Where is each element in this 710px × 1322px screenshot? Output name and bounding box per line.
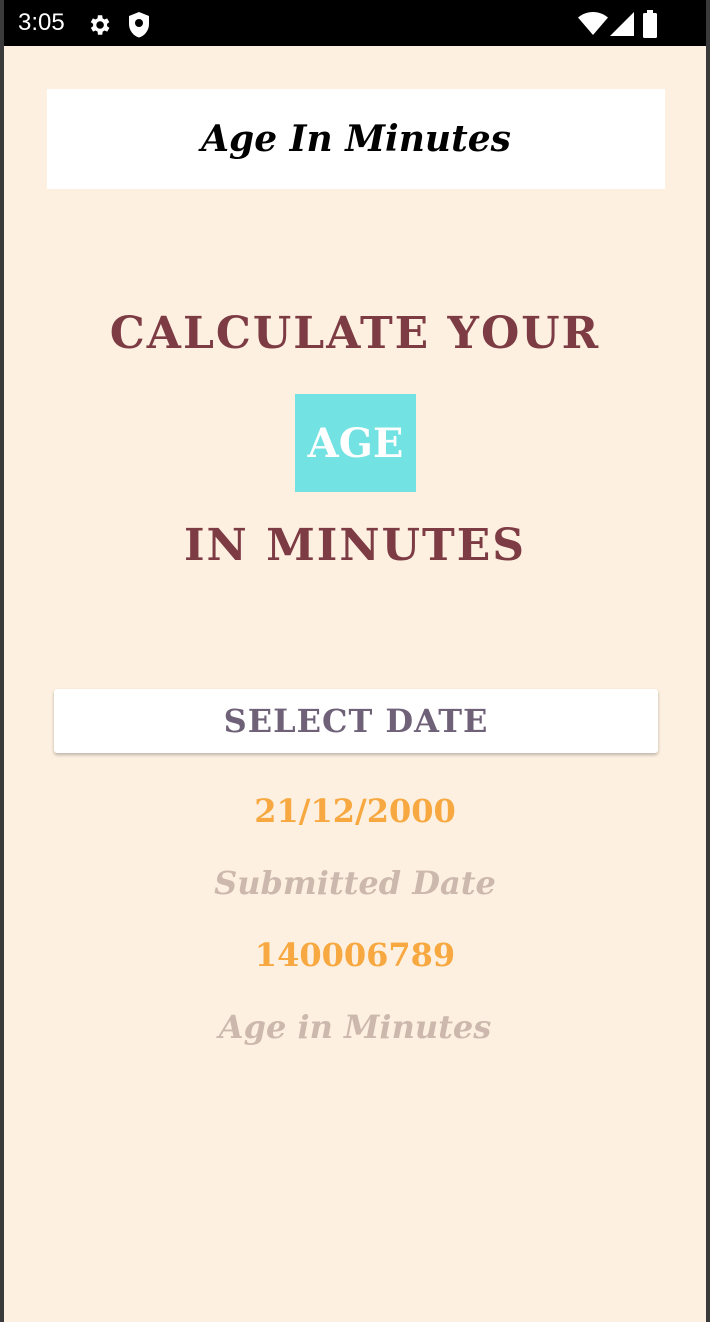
- selected-date-caption: Submitted Date: [214, 864, 496, 902]
- wifi-icon: [578, 12, 608, 35]
- headline-line-3: IN MINUTES: [183, 520, 527, 571]
- status-time: 3:05: [18, 9, 65, 36]
- select-date-button[interactable]: SELECT DATE: [54, 689, 658, 753]
- device-frame-left: [0, 0, 4, 1322]
- age-highlight-box: AGE: [295, 394, 416, 492]
- status-bar: 3:05: [0, 0, 710, 46]
- selected-date-value: 21/12/2000: [254, 792, 456, 830]
- app-bar: Age In Minutes: [47, 89, 665, 189]
- age-highlight-text: AGE: [307, 419, 404, 467]
- app-title: Age In Minutes: [201, 118, 511, 160]
- headline-line-1: CALCULATE YOUR: [109, 308, 601, 359]
- shield-icon: [129, 12, 149, 38]
- device-frame-right: [706, 0, 710, 1322]
- gear-icon: [90, 15, 110, 35]
- signal-icon: [610, 12, 634, 36]
- age-in-minutes-value: 140006789: [254, 936, 456, 974]
- select-date-label: SELECT DATE: [223, 702, 489, 740]
- battery-icon: [643, 10, 657, 38]
- age-in-minutes-caption: Age in Minutes: [218, 1008, 492, 1046]
- phone-screen: 3:05 Age In Minutes CALCULATE YOUR AGE I…: [0, 0, 710, 1322]
